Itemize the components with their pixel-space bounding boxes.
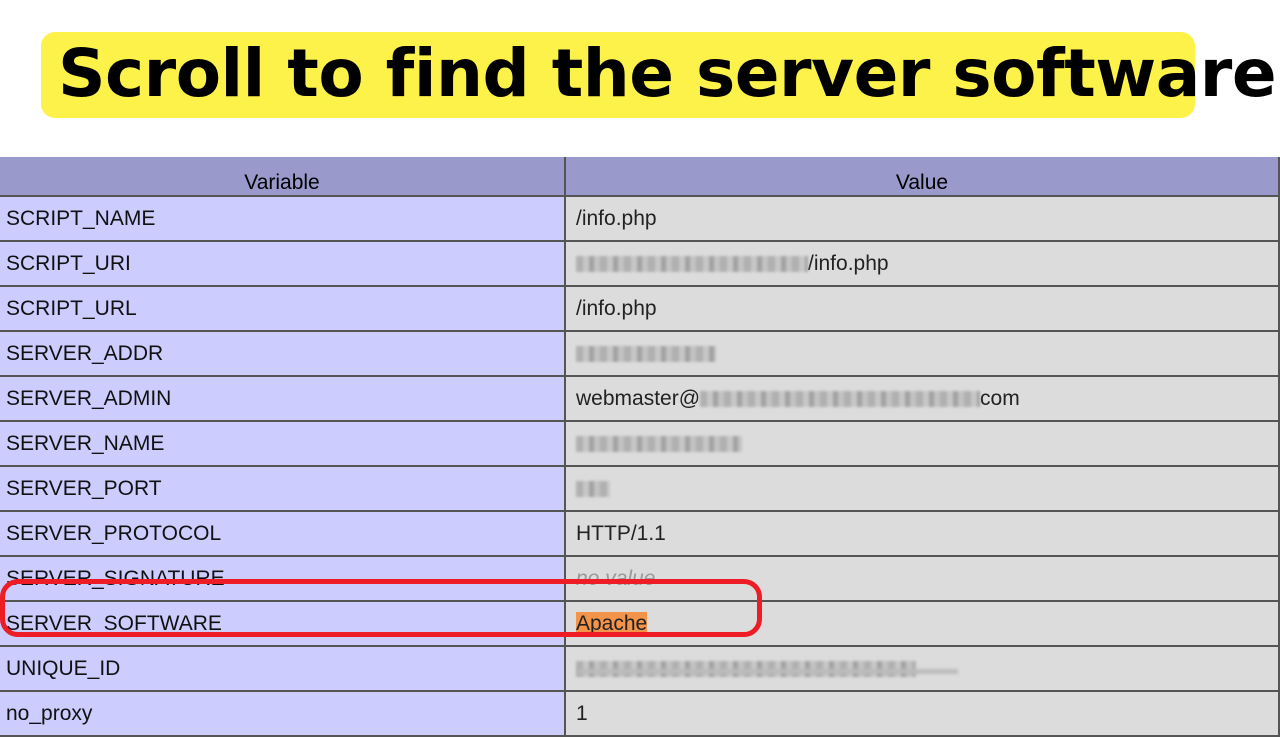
val-server-protocol: HTTP/1.1 [565,511,1280,557]
header-variable: Variable [0,157,566,197]
val-script-url: /info.php [565,286,1280,332]
no-value-text: no value [576,566,656,590]
var-script-name: SCRIPT_NAME [0,196,566,242]
highlighted-apache: Apache [576,611,648,635]
table-row: SERVER_SOFTWARE Apache [0,601,1280,647]
var-server-port: SERVER_PORT [0,466,566,512]
val-server-admin: webmaster@ com [565,376,1280,422]
val-script-name: /info.php [565,196,1280,242]
table-header-row: Variable Value [0,157,1280,197]
redacted-blur-overflow [578,669,958,674]
val-script-uri: /info.php [565,241,1280,287]
table-row: SERVER_ADMIN webmaster@ com [0,376,1280,422]
table-row: SERVER_PROTOCOL HTTP/1.1 [0,511,1280,557]
val-script-uri-suffix: /info.php [808,251,889,275]
val-server-port [565,466,1280,512]
table-row: no_proxy 1 [0,691,1280,737]
table-row: SERVER_PORT [0,466,1280,512]
val-no-proxy: 1 [565,691,1280,737]
var-server-addr: SERVER_ADDR [0,331,566,377]
var-script-url: SCRIPT_URL [0,286,566,332]
redacted-blur [576,345,716,362]
val-server-admin-prefix: webmaster@ [576,386,701,410]
redacted-blur [576,435,742,452]
table-row: SCRIPT_URL /info.php [0,286,1280,332]
val-server-addr [565,331,1280,377]
var-server-protocol: SERVER_PROTOCOL [0,511,566,557]
redacted-blur [700,390,981,407]
val-server-software: Apache [565,601,1280,647]
redacted-blur [576,480,610,497]
var-server-admin: SERVER_ADMIN [0,376,566,422]
var-unique-id: UNIQUE_ID [0,646,566,692]
table-row: SCRIPT_URI /info.php [0,241,1280,287]
var-server-signature: SERVER_SIGNATURE [0,556,566,602]
environment-table: Variable Value SCRIPT_NAME /info.php SCR… [0,157,1280,737]
redacted-blur [576,255,808,272]
table-row: SCRIPT_NAME /info.php [0,196,1280,242]
var-no-proxy: no_proxy [0,691,566,737]
val-server-admin-suffix: com [980,386,1020,410]
header-value: Value [565,157,1280,197]
var-server-name: SERVER_NAME [0,421,566,467]
val-server-name [565,421,1280,467]
val-server-signature: no value [565,556,1280,602]
table-row: SERVER_ADDR [0,331,1280,377]
banner-title: Scroll to find the server software [58,35,1277,112]
table-row: SERVER_NAME [0,421,1280,467]
var-server-software: SERVER_SOFTWARE [0,601,566,647]
var-script-uri: SCRIPT_URI [0,241,566,287]
table-row: SERVER_SIGNATURE no value [0,556,1280,602]
